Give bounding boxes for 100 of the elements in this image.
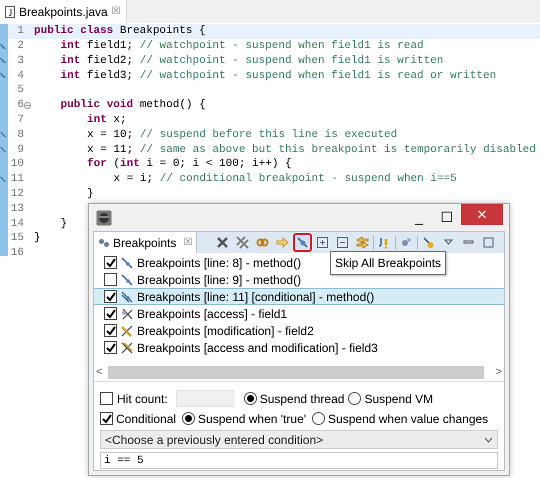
- code-comment: // same as above but this breakpoint is temporarily disabled: [138, 142, 536, 158]
- close-icon[interactable]: ☒: [112, 4, 121, 19]
- code-text: x = i;: [114, 172, 154, 188]
- radio-button[interactable]: [348, 392, 362, 405]
- scroll-right-button[interactable]: >: [484, 364, 502, 381]
- conditional-label: Conditional: [116, 410, 176, 428]
- radio-button[interactable]: [182, 412, 196, 425]
- code-comment: // watchpoint - suspend when field1 is read: [138, 38, 424, 54]
- line-number: 15: [10, 231, 24, 246]
- app-icon: [96, 210, 112, 226]
- radio-label: Suspend when 'true': [198, 410, 306, 428]
- line-number: 2: [16, 38, 24, 54]
- breakpoint-checkbox[interactable]: [104, 290, 117, 303]
- expand-all-icon: [316, 236, 329, 249]
- link-icon: [256, 236, 269, 249]
- line-number: 1: [16, 24, 24, 40]
- hit-count-label: Hit count:: [117, 390, 168, 408]
- radio-label: Suspend when value changes: [328, 410, 488, 428]
- breakpoint-checkbox[interactable]: [104, 273, 117, 286]
- code-text: }: [87, 186, 94, 202]
- breakpoint-checkbox[interactable]: [104, 307, 117, 320]
- code-comment: // suspend before this line is executed: [138, 128, 398, 143]
- line-number: 10: [10, 157, 24, 172]
- conditional-breakpoint-icon: [120, 290, 134, 304]
- code-text: i = 0; i < 100; i++) {: [145, 157, 292, 172]
- line-number: 5: [16, 83, 24, 98]
- breakpoint-label: Breakpoints [modification] - field2: [137, 322, 314, 340]
- line-number: 9: [16, 142, 24, 158]
- breakpoint-checkbox[interactable]: [104, 341, 117, 354]
- code-keyword: int: [60, 54, 80, 69]
- code-text: x = 10;: [87, 128, 134, 143]
- hit-count-checkbox[interactable]: [100, 392, 113, 405]
- breakpoint-row[interactable]: Breakpoints [access] - field1: [94, 305, 290, 322]
- chevron-down-icon: [484, 436, 493, 442]
- radio-button[interactable]: [312, 412, 326, 425]
- radio-button[interactable]: [244, 392, 257, 405]
- scroll-left-button[interactable]: <: [96, 364, 108, 381]
- line-number: 8: [16, 128, 24, 143]
- java-file-icon: [5, 6, 15, 18]
- code-comment: // conditional breakpoint - suspend when i==5: [158, 172, 457, 188]
- breakpoint-icon: [120, 256, 134, 270]
- collapse-all-icon: [336, 236, 349, 249]
- code-text: field3;: [86, 68, 134, 84]
- maximize-button[interactable]: ☐: [433, 207, 461, 228]
- toolbar-button[interactable]: [293, 233, 312, 252]
- condition-history-dropdown[interactable]: <Choose a previously entered condition>: [100, 430, 498, 449]
- breakpoint-label: Breakpoints [line: 9] - method(): [137, 272, 302, 288]
- breakpoint-row[interactable]: Breakpoints [access and modification] - field3: [94, 339, 380, 356]
- hit-count-field[interactable]: [176, 390, 234, 407]
- code-keyword: public void: [60, 98, 134, 114]
- radio-label: Suspend thread: [260, 390, 344, 408]
- breakpoint-checkbox[interactable]: [104, 256, 117, 269]
- line-number: 14: [10, 216, 24, 232]
- line-number: 6: [16, 98, 24, 114]
- x-icon: [216, 236, 229, 249]
- double-x-icon: [236, 236, 249, 249]
- maximize-icon: [482, 236, 495, 249]
- watchpoint-access-modification-icon: [120, 340, 134, 354]
- breakpoints-tab-title: Breakpoints: [113, 234, 176, 252]
- sync-arrows-icon: [356, 236, 369, 249]
- line-number: 16: [10, 246, 24, 262]
- code-text: (: [112, 157, 120, 172]
- code-keyword: int: [87, 112, 107, 128]
- breakpoint-label: Breakpoints [access and modification] - field3: [137, 340, 378, 356]
- code-keyword: for: [87, 156, 107, 172]
- breakpoint-row[interactable]: Breakpoints [line: 11] [conditional] - method(): [94, 288, 504, 305]
- line-number: 11: [10, 172, 24, 188]
- conditional-checkbox[interactable]: [100, 412, 113, 425]
- code-text: }: [34, 231, 41, 246]
- line-number: 12: [10, 186, 24, 202]
- code-text: x;: [112, 112, 127, 128]
- breakpoint-label: Breakpoints [line: 8] - method(): [137, 254, 302, 272]
- code-text: Breakpoints {: [118, 24, 206, 40]
- breakpoint-settings-icon: [422, 236, 435, 249]
- line-number: 7: [16, 112, 24, 128]
- minimize-button[interactable]: _: [405, 207, 433, 228]
- close-icon[interactable]: ☒: [183, 235, 192, 250]
- close-button[interactable]: ✕: [461, 204, 503, 225]
- radio-label: Suspend VM: [364, 390, 434, 408]
- line-number: 3: [16, 54, 24, 69]
- breakpoint-row[interactable]: Breakpoints [line: 8] - method(): [94, 254, 304, 271]
- code-text: method() {: [138, 98, 206, 114]
- code-text: field2;: [86, 54, 134, 69]
- file-tab-title: Breakpoints.java: [19, 4, 108, 20]
- fold-icon[interactable]: [24, 102, 31, 109]
- file-tab[interactable]: Breakpoints.java ☒: [0, 0, 127, 23]
- code-text: x = 11;: [87, 142, 134, 158]
- breakpoint-checkbox[interactable]: [104, 324, 117, 337]
- group-icon: [400, 236, 413, 249]
- code-comment: // watchpoint - suspend when field1 is written: [138, 54, 444, 69]
- watchpoint-modification-icon: [120, 324, 134, 338]
- breakpoints-tab[interactable]: Breakpoints ☒: [94, 232, 198, 253]
- breakpoint-row[interactable]: Breakpoints [modification] - field2: [94, 322, 316, 339]
- breakpoint-icon: [120, 272, 134, 286]
- code-text: field1;: [86, 38, 134, 54]
- skip-breakpoints-icon: [296, 236, 309, 249]
- tooltip: Skip All Breakpoints: [330, 251, 446, 275]
- breakpoint-row[interactable]: Breakpoints [line: 9] - method(): [94, 271, 304, 288]
- scrollbar-thumb[interactable]: [108, 366, 484, 379]
- condition-field[interactable]: i == 5: [100, 452, 498, 469]
